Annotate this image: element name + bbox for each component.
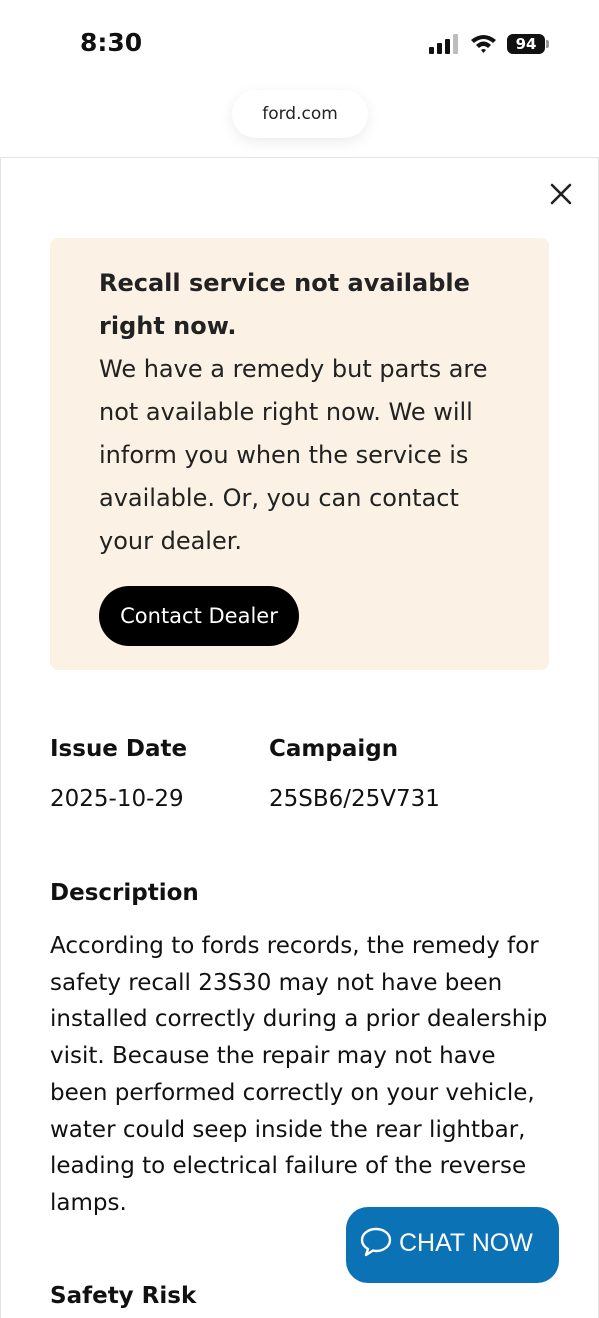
campaign-label: Campaign <box>269 736 399 762</box>
alert-title: Recall service not available right now. <box>99 269 470 340</box>
safety-risk-heading: Safety Risk <box>50 1283 197 1309</box>
campaign-value: 25SB6/25V731 <box>269 786 440 812</box>
wifi-icon <box>471 35 496 53</box>
issue-date-value: 2025-10-29 <box>50 786 184 812</box>
cellular-signal-icon <box>429 34 458 54</box>
description-body: According to fords records, the remedy f… <box>50 933 548 1216</box>
chat-now-button[interactable]: CHAT NOW <box>346 1207 559 1283</box>
battery-icon: 94 <box>507 34 545 54</box>
contact-dealer-button[interactable]: Contact Dealer <box>99 586 299 646</box>
battery-nub <box>546 40 549 48</box>
url-bar[interactable]: ford.com <box>232 90 368 138</box>
description-heading: Description <box>50 880 199 906</box>
close-icon[interactable] <box>547 180 575 208</box>
alert-body: We have a remedy but parts are not avail… <box>99 355 488 555</box>
chat-now-label: CHAT NOW <box>399 1229 533 1257</box>
status-time: 8:30 <box>80 28 143 57</box>
chat-bubble-icon <box>360 1227 392 1257</box>
issue-date-label: Issue Date <box>50 736 188 762</box>
status-bar: 8:30 94 <box>0 0 599 90</box>
